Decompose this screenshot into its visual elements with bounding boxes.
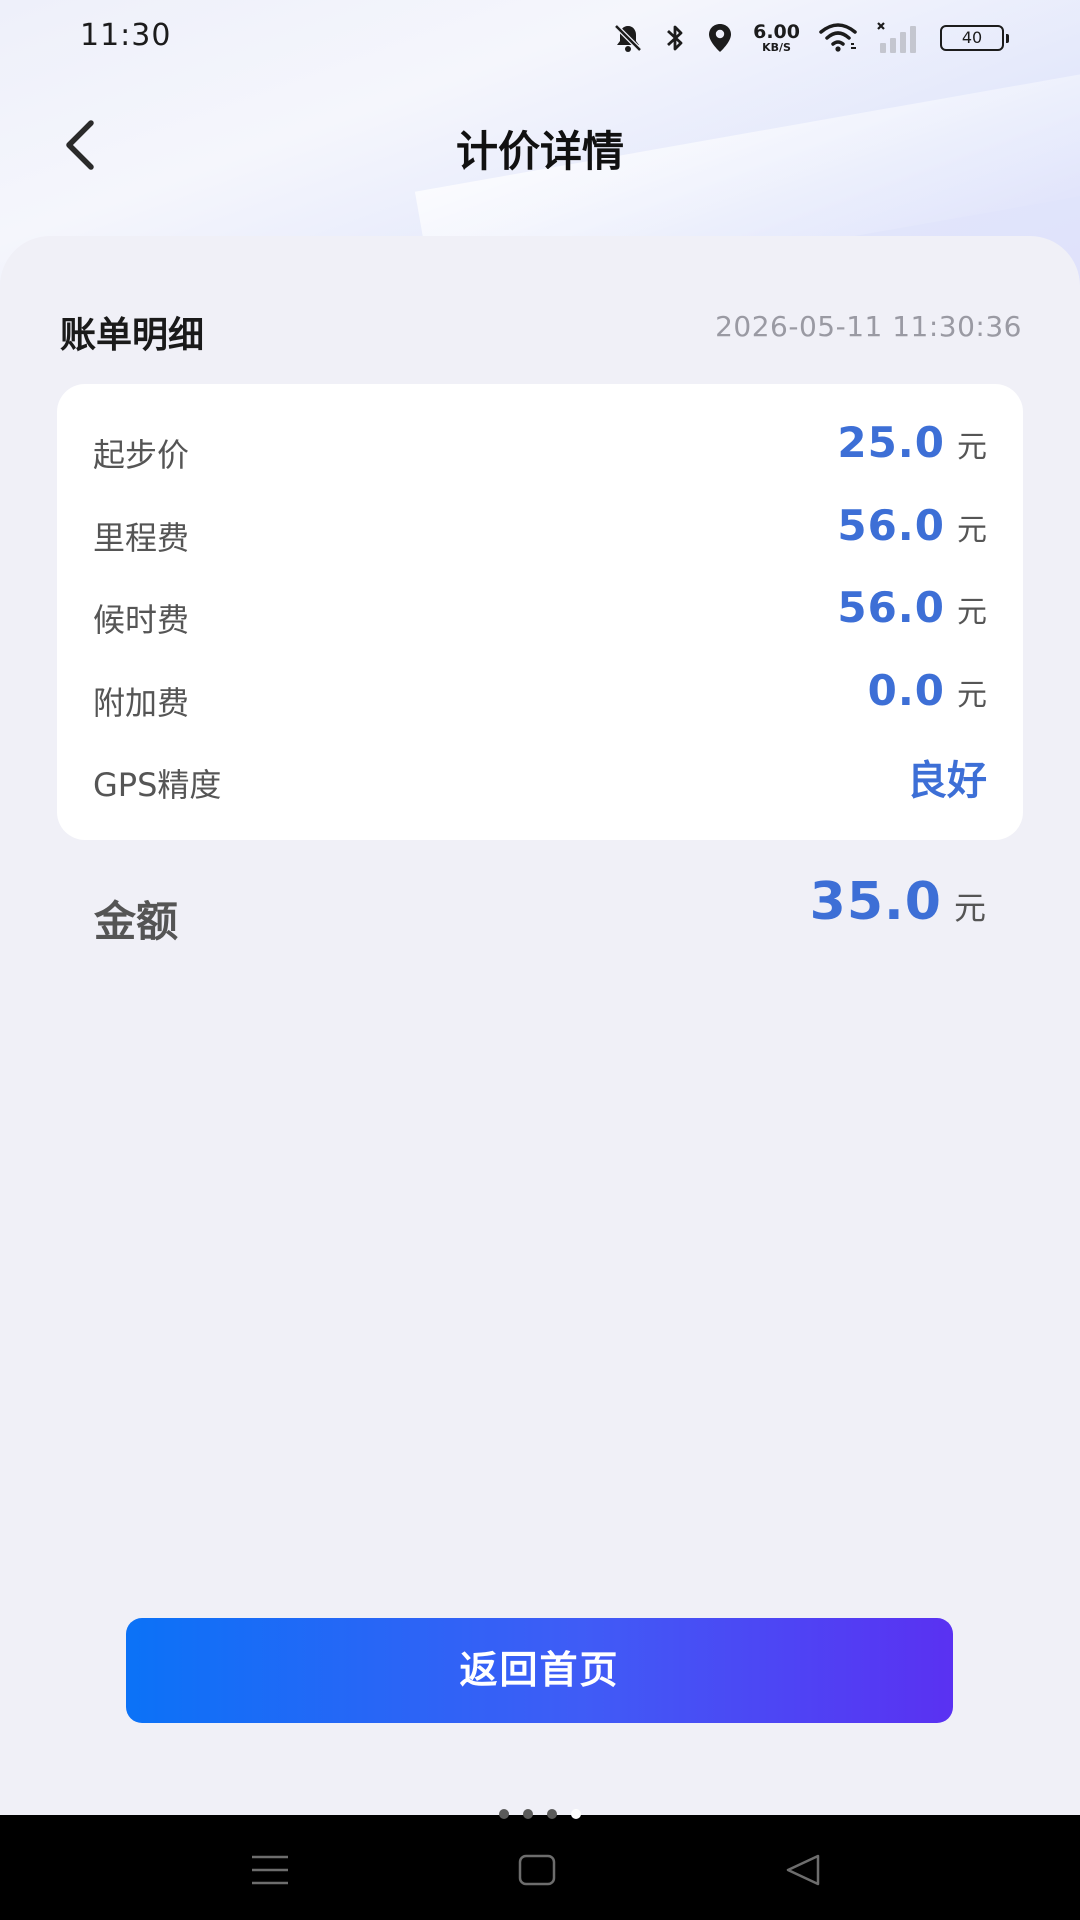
net-speed-value: 6.00	[753, 21, 800, 43]
fee-unit: 元	[957, 678, 987, 713]
menu-icon	[252, 1855, 288, 1885]
fee-value: 0.0	[867, 666, 945, 715]
status-icons: 6.00 KB/S 40	[611, 20, 1009, 56]
fee-label: 起步价	[93, 436, 190, 474]
fee-row-surcharge: 附加费 0.0 元	[93, 666, 987, 726]
return-home-button[interactable]: 返回首页	[126, 1618, 953, 1723]
content-sheet: 账单明细 2026-05-11 11:30:36 起步价 25.0 元 里程费 …	[0, 236, 1080, 1816]
fee-amount: 0.0 元	[868, 666, 987, 715]
wifi-icon	[818, 22, 858, 54]
back-triangle-icon	[786, 1854, 820, 1886]
net-speed: 6.00 KB/S	[753, 21, 800, 54]
fee-label: 里程费	[93, 519, 190, 557]
total-unit: 元	[953, 889, 986, 927]
status-bar: 11:30 6.00 KB/S 40	[0, 0, 1080, 76]
fee-value: 56.0	[837, 583, 945, 632]
fee-amount: 56.0 元	[837, 501, 987, 550]
fee-unit: 元	[957, 430, 987, 465]
navigation-bar	[0, 1815, 1080, 1920]
page-dot	[499, 1809, 509, 1819]
signal-icon	[876, 21, 922, 55]
gps-status: 良好	[907, 748, 987, 806]
fee-label: 附加费	[93, 684, 190, 722]
mute-bell-icon	[611, 21, 645, 55]
page-title: 计价详情	[455, 127, 624, 176]
gps-accuracy-row: GPS精度 良好	[93, 748, 987, 808]
menu-button[interactable]	[240, 1845, 300, 1895]
total-value: 35.0	[809, 872, 942, 932]
home-icon	[518, 1854, 556, 1886]
home-nav-button[interactable]	[507, 1845, 567, 1895]
bluetooth-icon	[663, 21, 687, 55]
battery-icon: 40	[940, 25, 1009, 51]
fee-row-waiting: 候时费 56.0 元	[93, 583, 987, 643]
fee-amount: 56.0 元	[837, 583, 987, 632]
fee-amount: 25.0 元	[837, 418, 987, 467]
bill-title: 账单明细	[60, 315, 205, 356]
fee-value: 56.0	[837, 501, 945, 550]
status-time: 11:30	[80, 18, 172, 53]
net-speed-unit: KB/S	[762, 41, 791, 54]
bill-timestamp: 2026-05-11 11:30:36	[715, 310, 1022, 343]
page-indicator	[0, 1809, 1080, 1819]
bill-header: 账单明细 2026-05-11 11:30:36	[60, 306, 1022, 356]
fee-label: 候时费	[93, 601, 190, 639]
total-label: 金额	[94, 897, 179, 946]
header: 计价详情	[0, 100, 1080, 190]
location-icon	[705, 21, 735, 55]
page-dot	[547, 1809, 557, 1819]
bill-card: 起步价 25.0 元 里程费 56.0 元 候时费 56.0 元 附加费 0.0	[57, 384, 1023, 840]
fee-unit: 元	[957, 513, 987, 548]
gps-value: 良好	[907, 758, 987, 804]
total-amount: 35.0 元	[810, 872, 986, 932]
fee-value: 25.0	[837, 418, 945, 467]
fee-unit: 元	[957, 595, 987, 630]
page-dot-active	[571, 1809, 581, 1819]
total-row: 金额 35.0 元	[94, 872, 986, 952]
gps-label: GPS精度	[93, 766, 222, 804]
page-dot	[523, 1809, 533, 1819]
back-nav-button[interactable]	[774, 1845, 834, 1895]
fee-row-mileage: 里程费 56.0 元	[93, 501, 987, 561]
fee-row-start-price: 起步价 25.0 元	[93, 418, 987, 478]
